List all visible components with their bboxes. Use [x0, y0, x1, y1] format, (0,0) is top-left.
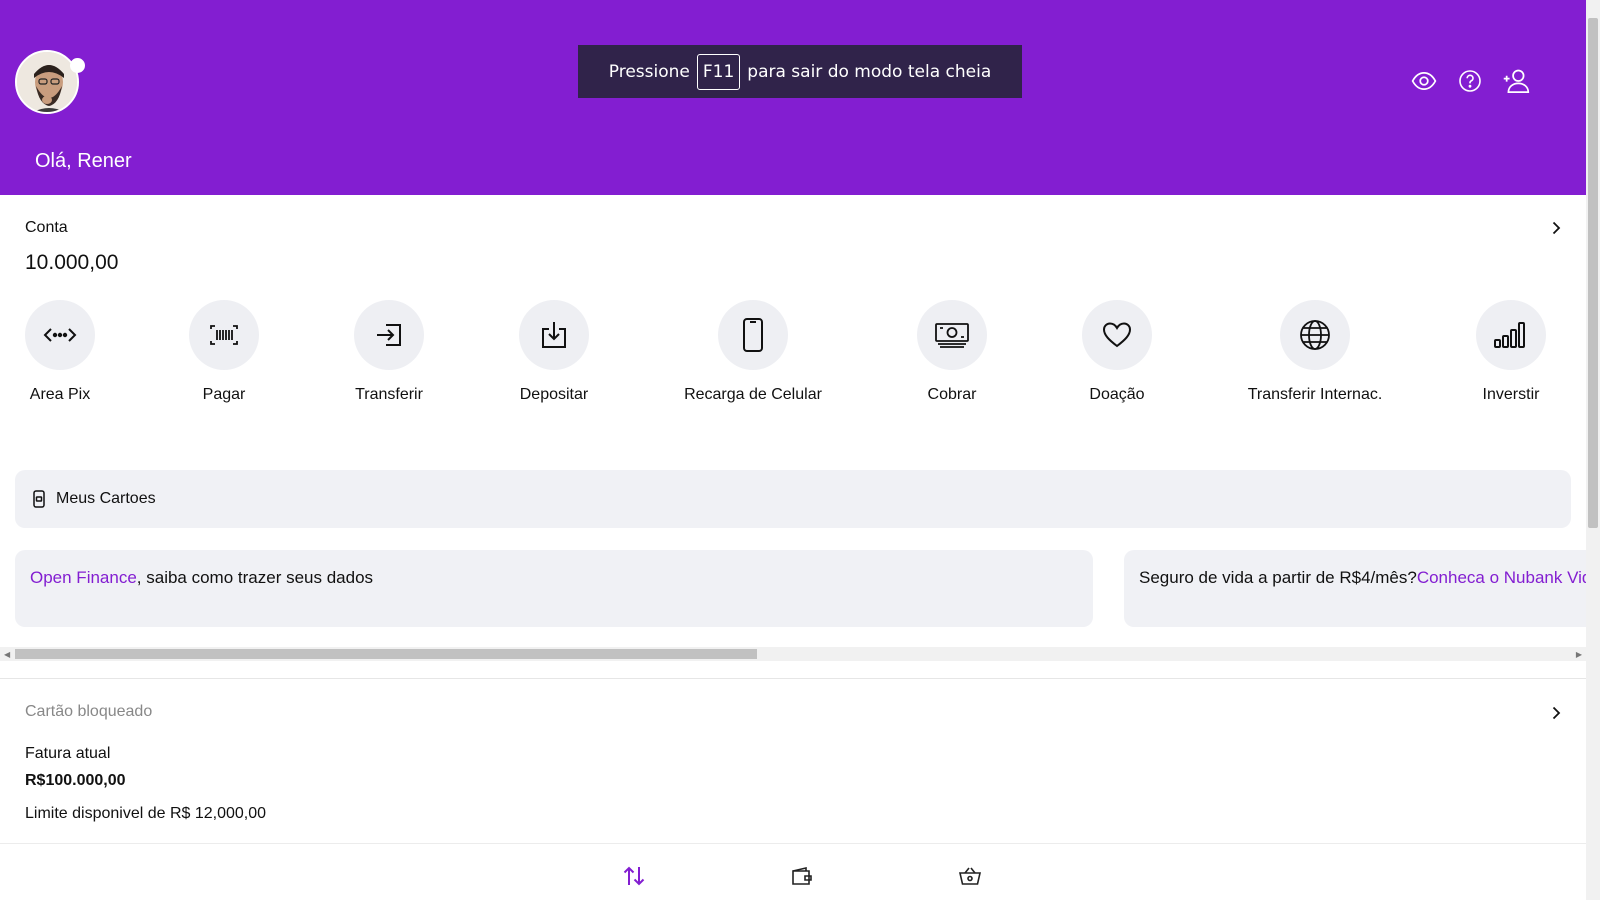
avatar-status-dot	[70, 58, 85, 73]
account-balance: 10.000,00	[25, 251, 119, 274]
account-title: Conta	[25, 219, 68, 236]
action-label: Inverstir	[1482, 386, 1540, 403]
promo-card-open-finance[interactable]: Open Finance, saiba como trazer seus dad…	[15, 550, 1093, 627]
bottom-nav	[0, 843, 1586, 900]
promo-link[interactable]: Conheca o Nubank Vida	[1417, 568, 1586, 587]
toast-key: F11	[696, 53, 741, 90]
action-label: Depositar	[519, 386, 589, 403]
eye-icon[interactable]	[1409, 66, 1439, 96]
fullscreen-toast: Pressione F11 para sair do modo tela che…	[578, 45, 1022, 98]
action-depositar[interactable]: Depositar	[454, 300, 654, 404]
card-phone-icon	[33, 490, 45, 508]
app-screen: Olá, Rener Pressione F11 para sair do mo…	[0, 0, 1600, 900]
action-label: Area Pix	[29, 386, 91, 403]
card-chevron-right-icon[interactable]	[1548, 705, 1564, 721]
toast-text-before: Pressione	[608, 61, 690, 82]
action-investir[interactable]: Inverstir	[1411, 300, 1600, 404]
promo-carousel[interactable]: Open Finance, saiba como trazer seus dad…	[0, 550, 1586, 628]
globe-icon	[1280, 300, 1350, 370]
phone-icon	[718, 300, 788, 370]
avatar[interactable]	[15, 50, 79, 114]
greeting: Olá, Rener	[35, 150, 132, 172]
account-chevron-right-icon[interactable]	[1548, 220, 1564, 236]
vertical-scrollbar[interactable]	[1586, 0, 1600, 900]
action-recarga-celular[interactable]: Recarga de Celular	[653, 300, 853, 404]
money-icon	[917, 300, 987, 370]
promo-link[interactable]: Open Finance	[30, 568, 137, 587]
action-label: Recarga de Celular	[684, 386, 822, 403]
pix-icon	[25, 300, 95, 370]
vertical-scroll-thumb[interactable]	[1588, 18, 1598, 528]
barcode-icon	[189, 300, 259, 370]
shopping-basket-icon[interactable]	[956, 862, 984, 890]
action-doacao[interactable]: Doação	[1017, 300, 1217, 404]
my-cards-label: Meus Cartoes	[56, 490, 156, 507]
action-label: Transferir	[355, 386, 423, 403]
card-status: Cartão bloqueado	[25, 703, 153, 720]
action-label: Cobrar	[927, 386, 977, 403]
action-label: Pagar	[202, 386, 246, 403]
section-divider	[0, 678, 1586, 679]
header: Olá, Rener Pressione F11 para sair do mo…	[0, 0, 1586, 195]
transfer-icon	[354, 300, 424, 370]
horizontal-scrollbar[interactable]: ◀ ▶	[0, 647, 1586, 661]
horizontal-scroll-thumb[interactable]	[15, 649, 757, 659]
action-label: Doação	[1089, 386, 1145, 403]
avatar-photo	[17, 52, 77, 112]
heart-icon	[1082, 300, 1152, 370]
transfer-arrows-icon[interactable]	[620, 862, 648, 890]
invoice-value: R$100.000,00	[25, 772, 126, 789]
action-label: Transferir Internac.	[1247, 386, 1383, 403]
promo-text: Seguro de vida a partir de R$4/mês?	[1139, 568, 1417, 587]
available-limit: Limite disponivel de R$ 12,000,00	[25, 805, 267, 822]
action-transferir-internac[interactable]: Transferir Internac.	[1215, 300, 1415, 404]
add-user-icon[interactable]	[1501, 66, 1531, 96]
wallet-icon[interactable]	[788, 862, 816, 890]
bars-icon	[1476, 300, 1546, 370]
promo-card-seguro-vida[interactable]: Seguro de vida a partir de R$4/mês?Conhe…	[1124, 550, 1586, 627]
my-cards-button[interactable]: Meus Cartoes	[15, 470, 1571, 528]
deposit-icon	[519, 300, 589, 370]
scroll-left-arrow-icon[interactable]: ◀	[4, 650, 10, 659]
help-icon[interactable]	[1455, 66, 1485, 96]
scroll-right-arrow-icon[interactable]: ▶	[1576, 650, 1582, 659]
invoice-label: Fatura atual	[25, 745, 111, 762]
promo-text: , saiba como trazer seus dados	[136, 568, 374, 587]
toast-text-after: para sair do modo tela cheia	[747, 61, 992, 82]
header-actions	[1409, 66, 1531, 96]
